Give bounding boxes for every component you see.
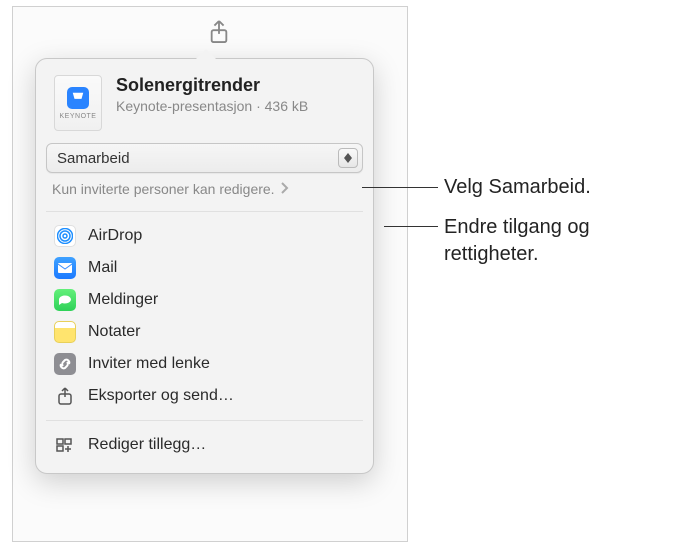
file-header: KEYNOTE Solenergitrender Keynote-present… [36,59,373,143]
share-option-mail[interactable]: Mail [36,252,373,284]
share-option-messages[interactable]: Meldinger [36,284,373,316]
share-option-label: Inviter med lenke [88,355,210,373]
keynote-app-icon [67,87,89,109]
callout-line [362,187,438,188]
divider [46,211,363,212]
notes-icon [54,321,76,343]
share-option-label: Notater [88,323,140,341]
collaboration-mode-dropdown[interactable]: Samarbeid [46,143,363,173]
permissions-text: Kun inviterte personer kan redigere. [52,181,275,197]
divider [46,420,363,421]
edit-extensions-label: Rediger tillegg… [88,436,206,454]
export-icon [54,385,76,407]
permissions-row[interactable]: Kun inviterte personer kan redigere. [46,177,363,201]
callout-text-1: Velg Samarbeid. [444,174,591,201]
share-option-export[interactable]: Eksporter og send… [36,380,373,412]
share-option-notes[interactable]: Notater [36,316,373,348]
share-option-airdrop[interactable]: AirDrop [36,220,373,252]
share-options-list: AirDrop Mail Meldinger Notater Inviter m… [36,216,373,416]
airdrop-icon [54,225,76,247]
share-option-label: Eksporter og send… [88,387,234,405]
edit-extensions[interactable]: Rediger tillegg… [36,429,373,461]
messages-icon [54,289,76,311]
mail-icon [54,257,76,279]
file-thumbnail: KEYNOTE [54,75,102,131]
dropdown-selected-label: Samarbeid [57,150,338,167]
file-type-label: KEYNOTE [60,113,97,120]
share-option-label: AirDrop [88,227,142,245]
updown-chevron-icon [338,148,358,168]
file-title: Solenergitrender [116,75,355,96]
file-subtitle: Keynote-presentasjon · 436 kB [116,98,355,114]
share-popover: KEYNOTE Solenergitrender Keynote-present… [35,58,374,474]
share-icon[interactable] [208,19,230,45]
share-option-label: Mail [88,259,117,277]
extensions-icon [54,434,76,456]
chevron-right-icon [281,181,289,197]
share-option-label: Meldinger [88,291,158,309]
callout-text-2: Endre tilgang og rettigheter. [444,214,659,268]
share-option-invite-link[interactable]: Inviter med lenke [36,348,373,380]
link-icon [54,353,76,375]
callout-line [384,226,438,227]
